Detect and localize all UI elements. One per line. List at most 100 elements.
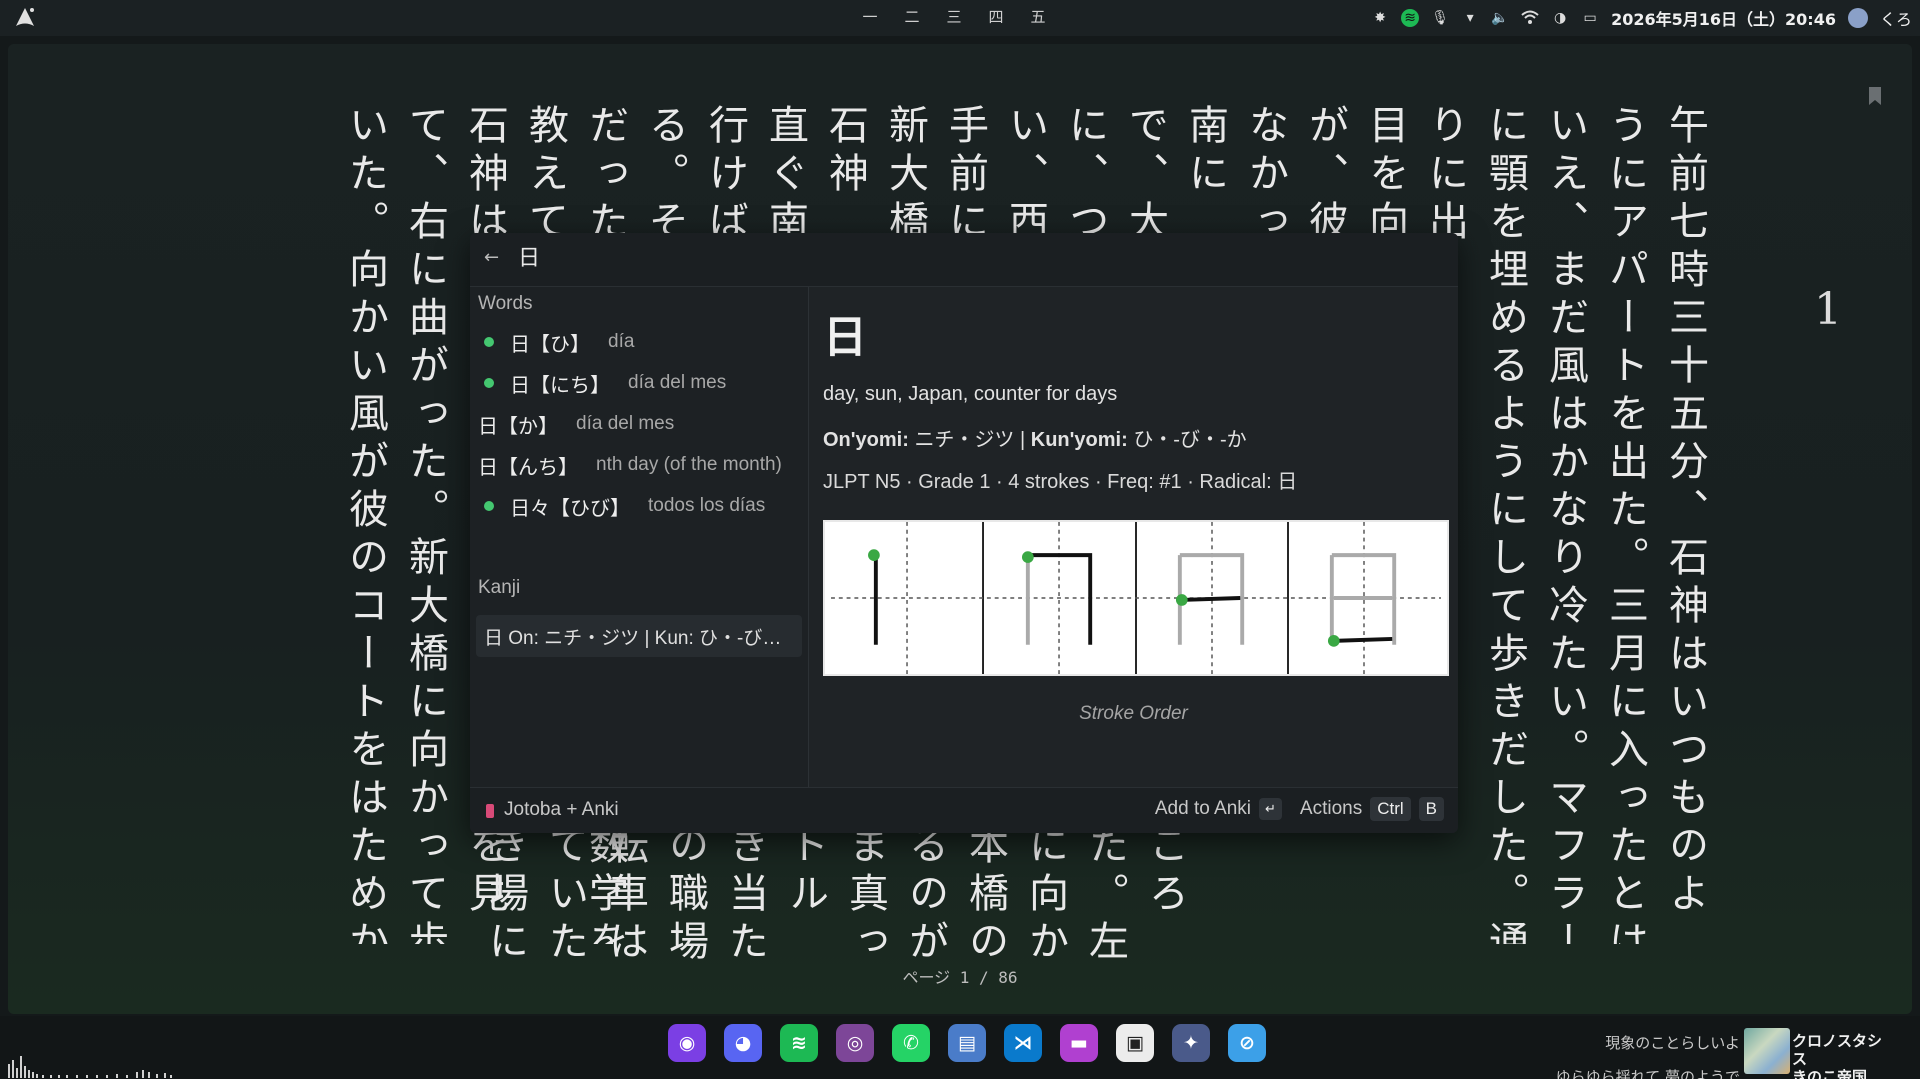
- keyboard-icon[interactable]: ▭: [1581, 9, 1599, 27]
- word-definition: todos los días: [648, 495, 766, 516]
- enter-key: ↵: [1258, 798, 1282, 820]
- browser-icon[interactable]: ⊘: [1228, 1024, 1266, 1062]
- text-column: うにアパートを出た。三月に入ったとは: [1602, 104, 1648, 944]
- word-definition: día del mes: [628, 372, 727, 393]
- back-arrow-icon[interactable]: ←: [484, 247, 499, 268]
- app-dock: ◉ ◕ ≋ ◎ ✆ ▤ ⋊ ▬ ▣ ✦ ⊘: [668, 1024, 1266, 1062]
- album-art[interactable]: [1744, 1028, 1790, 1074]
- kanji-readings: On'yomi: ニチ・ジツ | Kun'yomi: ひ・-び・-か: [823, 423, 1247, 452]
- ctrl-key: Ctrl: [1370, 797, 1411, 821]
- word-term: 日【か】: [478, 415, 558, 438]
- bookmark-icon[interactable]: [1868, 86, 1882, 106]
- workspace-4[interactable]: 四: [986, 6, 1006, 27]
- bottom-dock-bar: ◉ ◕ ≋ ◎ ✆ ▤ ⋊ ▬ ▣ ✦ ⊘ 現象のことらしいよ ゆらゆら揺れて 夢のようで クロノス…: [0, 1016, 1920, 1079]
- firefox-icon[interactable]: ◉: [668, 1024, 706, 1062]
- word-definition: día del mes: [576, 413, 675, 434]
- system-tray: ✸ ≋ 🎙 ▾ 🔈 ◑ ▭ 2026年5月16日（土）20:46 くろ: [1371, 4, 1912, 32]
- text-fragment: ていた: [542, 824, 588, 964]
- text-column: いた。向かい風が彼のコートをはためか: [342, 104, 388, 944]
- stroke-order-diagram: [823, 520, 1449, 676]
- words-heading: Words: [478, 293, 533, 314]
- workspace-5[interactable]: 五: [1028, 6, 1048, 27]
- text-fragment: た。左: [1082, 824, 1128, 964]
- text-fragment: 本橋の: [962, 824, 1008, 964]
- discord-icon[interactable]: ◕: [724, 1024, 762, 1062]
- kanji-detail: 日 day, sun, Japan, counter for days On'y…: [809, 287, 1458, 787]
- volume-icon[interactable]: 🔈: [1491, 9, 1509, 27]
- notes-icon[interactable]: ▣: [1116, 1024, 1154, 1062]
- text-fragment: き場に: [482, 824, 528, 964]
- text-fragment: の職場: [662, 824, 708, 964]
- user-avatar[interactable]: [1847, 8, 1868, 28]
- files-icon[interactable]: ▤: [948, 1024, 986, 1062]
- lyric-line-1: 現象のことらしいよ: [1605, 1034, 1740, 1052]
- tor-icon[interactable]: ◎: [836, 1024, 874, 1062]
- word-result-item[interactable]: 日【んち】 nth day (of the month): [478, 446, 800, 484]
- onyomi-label: On'yomi:: [823, 429, 909, 451]
- dictionary-popup: ← Words 日【ひ】 día 日【にち】 día del mes 日【か】 día d…: [470, 233, 1458, 833]
- word-definition: nth day (of the month): [596, 454, 782, 475]
- clock[interactable]: 2026年5月16日（土）20:46: [1611, 6, 1836, 30]
- word-result-item[interactable]: 日々【ひび】 todos los días: [478, 487, 800, 525]
- footer-actions: Add to Anki ↵ Actions Ctrl B: [1155, 797, 1444, 821]
- results-list: Words 日【ひ】 día 日【にち】 día del mes 日【か】 día del…: [470, 287, 808, 787]
- arch-logo-icon[interactable]: [14, 6, 36, 28]
- workspace-2[interactable]: 二: [902, 6, 922, 27]
- launcher-icon[interactable]: ✦: [1172, 1024, 1210, 1062]
- word-result-item[interactable]: 日【か】 día del mes: [478, 405, 800, 443]
- audio-visualizer: [8, 1056, 172, 1078]
- vpn-icon[interactable]: ◑: [1551, 9, 1569, 27]
- word-result-item[interactable]: 日【にち】 día del mes: [478, 364, 800, 402]
- text-fragment: に向か: [1022, 824, 1068, 964]
- kanji-result-item[interactable]: 日 On: ニチ・ジツ | Kun: ひ・-び…: [476, 615, 802, 657]
- text-fragment: 転車は: [602, 824, 648, 964]
- popup-footer: Jotoba + Anki Add to Anki ↵ Actions Ctrl…: [470, 787, 1458, 833]
- settings-icon[interactable]: ✸: [1371, 9, 1389, 27]
- lyric-line-2: ゆらゆら揺れて 夢のようで: [1555, 1068, 1740, 1079]
- workspace-switcher: 一 二 三 四 五: [860, 6, 1048, 27]
- add-to-anki-button[interactable]: Add to Anki: [1155, 798, 1251, 820]
- common-word-dot-icon: [484, 501, 494, 511]
- track-info[interactable]: クロノスタシス きのこ帝国: [1792, 1032, 1892, 1079]
- actions-button[interactable]: Actions: [1300, 798, 1362, 820]
- spotify-icon[interactable]: ≋: [1401, 9, 1420, 27]
- reading-separator: |: [1020, 429, 1026, 451]
- spotify-icon[interactable]: ≋: [780, 1024, 818, 1062]
- kunyomi-label: Kun'yomi:: [1030, 429, 1128, 451]
- stroke-order-caption: Stroke Order: [1079, 703, 1188, 724]
- word-definition: día: [608, 331, 635, 352]
- text-column: 午前七時三十五分、石神はいつものよ: [1662, 104, 1708, 920]
- kanji-character: 日: [823, 312, 867, 363]
- word-term: 日々【ひび】: [510, 497, 630, 520]
- workspace-3[interactable]: 三: [944, 6, 964, 27]
- b-key: B: [1418, 797, 1444, 821]
- vscode-icon[interactable]: ⋊: [1004, 1024, 1042, 1062]
- popup-header: ←: [470, 233, 1458, 287]
- text-fragment: るのが: [902, 824, 948, 964]
- word-term: 日【んち】: [478, 456, 578, 479]
- microphone-icon[interactable]: 🎙: [1431, 9, 1449, 27]
- kunyomi-value: ひ・-び・-か: [1133, 429, 1247, 451]
- word-result-item[interactable]: 日【ひ】 día: [478, 323, 800, 361]
- wifi-icon[interactable]: [1521, 9, 1539, 27]
- word-term: 日【ひ】: [510, 333, 590, 356]
- text-fragment: き当た: [722, 824, 768, 964]
- whatsapp-icon[interactable]: ✆: [892, 1024, 930, 1062]
- jotoba-icon: [486, 804, 494, 818]
- kanji-heading: Kanji: [478, 577, 521, 598]
- app-name: Jotoba + Anki: [504, 799, 619, 820]
- word-term: 日【にち】: [510, 374, 610, 397]
- terminal-icon[interactable]: ▬: [1060, 1024, 1098, 1062]
- track-artist: きのこ帝国: [1792, 1068, 1868, 1079]
- user-name[interactable]: くろ: [1880, 6, 1912, 30]
- page-indicator: ページ 1 / 86: [902, 968, 1018, 987]
- lyrics-display: 現象のことらしいよ ゆらゆら揺れて 夢のようで: [1556, 1026, 1740, 1079]
- text-column: いえ、まだ風はかなり冷たい。マフラー: [1542, 104, 1588, 944]
- search-input[interactable]: [518, 243, 918, 268]
- text-fragment: トル: [782, 824, 828, 920]
- chevron-down-icon[interactable]: ▾: [1461, 9, 1479, 27]
- page-number: 1: [1814, 284, 1842, 335]
- workspace-1[interactable]: 一: [860, 6, 880, 27]
- text-column: に顎を埋めるようにして歩きだした。通: [1482, 104, 1528, 944]
- common-word-dot-icon: [484, 378, 494, 388]
